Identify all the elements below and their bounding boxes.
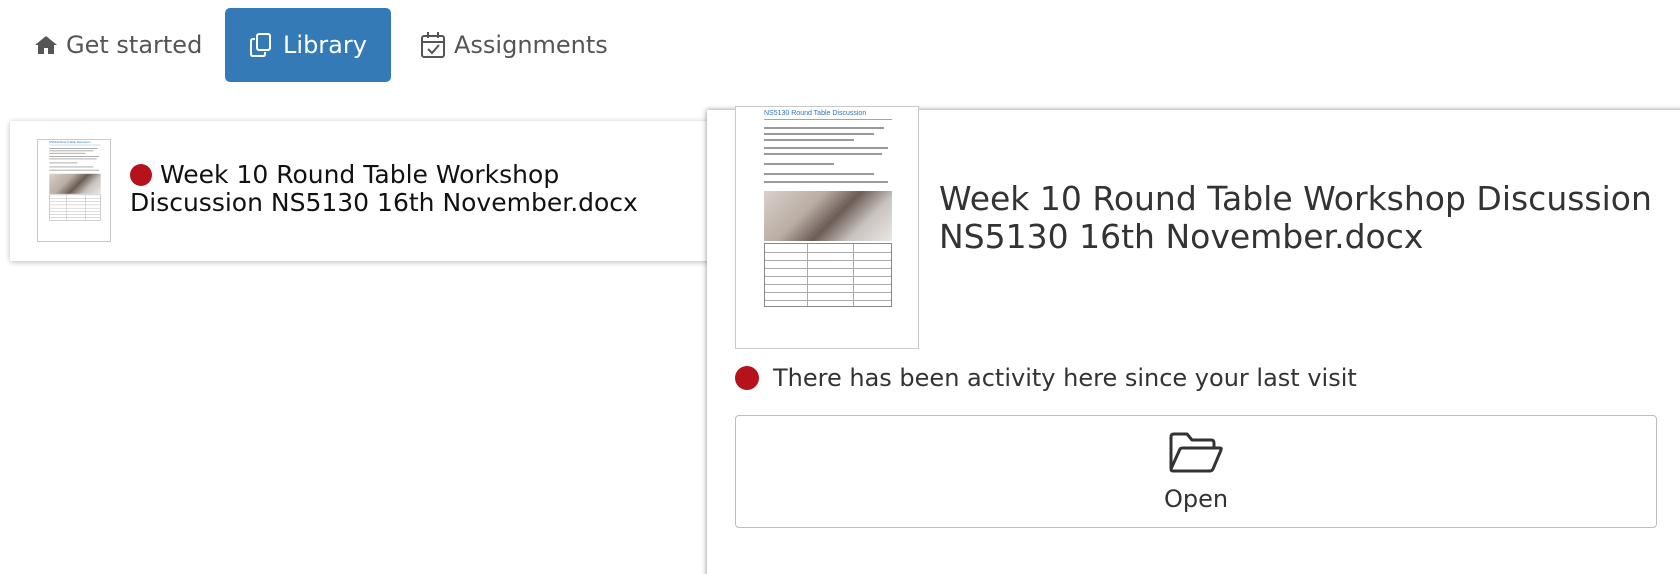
preview-panel: NS5130 Round Table Discussion Week 10 Ro… bbox=[707, 106, 1680, 574]
doc-heading: NS5130 Round Table Discussion bbox=[49, 141, 91, 145]
tab-library-label: Library bbox=[283, 31, 367, 59]
open-button-label: Open bbox=[1163, 484, 1229, 513]
tab-get-started[interactable]: Get started bbox=[8, 8, 230, 82]
tab-assignments[interactable]: Assignments bbox=[392, 8, 636, 82]
home-icon bbox=[34, 34, 58, 56]
activity-text: There has been activity here since your … bbox=[773, 364, 1357, 392]
preview-title: Week 10 Round Table Workshop Discussion … bbox=[939, 179, 1652, 256]
library-tabs: Get started Library Assignments bbox=[0, 8, 720, 82]
document-preview-thumbnail: NS5130 Round Table Discussion bbox=[735, 106, 919, 349]
library-list-item[interactable]: NS5130 Round Table Discussion Week 10 Ro… bbox=[10, 121, 730, 261]
folder-open-icon bbox=[1167, 431, 1225, 479]
open-button[interactable]: Open bbox=[735, 415, 1657, 528]
tab-assignments-label: Assignments bbox=[454, 31, 608, 59]
document-thumbnail: NS5130 Round Table Discussion bbox=[37, 139, 111, 242]
activity-dot bbox=[735, 366, 759, 390]
activity-dot bbox=[130, 164, 152, 186]
tab-get-started-label: Get started bbox=[66, 31, 203, 59]
calendar-check-icon bbox=[420, 31, 446, 59]
activity-notice: There has been activity here since your … bbox=[735, 364, 1357, 392]
copy-icon bbox=[249, 32, 275, 58]
list-item-title: Week 10 Round Table Workshop Discussion … bbox=[130, 160, 638, 217]
tab-library[interactable]: Library bbox=[225, 8, 391, 82]
preview-doc-heading: NS5130 Round Table Discussion bbox=[764, 110, 867, 117]
